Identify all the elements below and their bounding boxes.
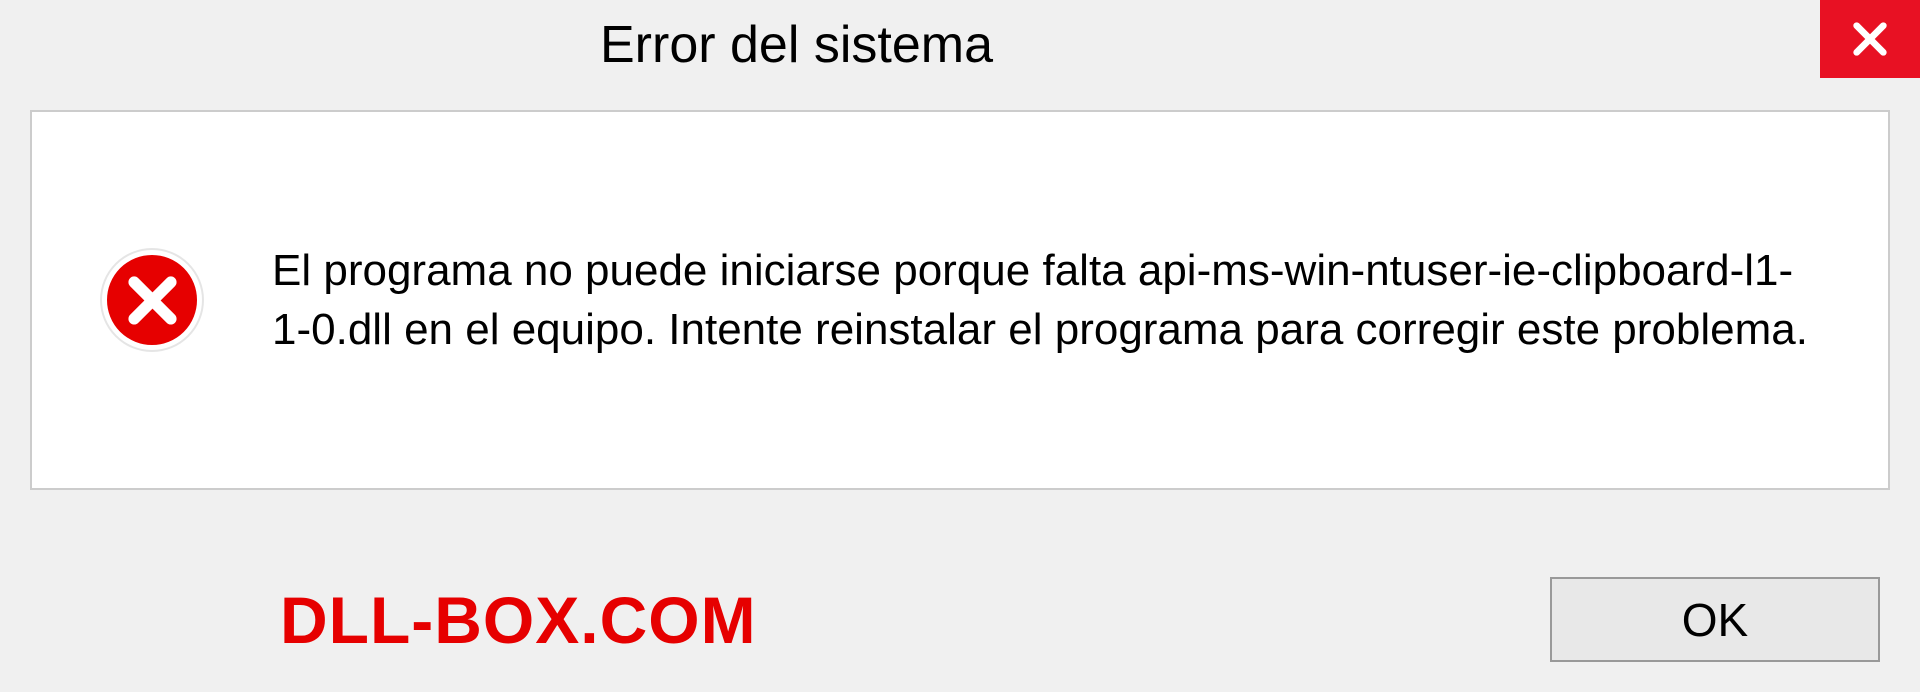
error-x-icon xyxy=(125,273,180,328)
error-icon xyxy=(102,250,202,350)
error-dialog-window: Error del sistema El programa no puede i… xyxy=(0,0,1920,692)
close-icon xyxy=(1850,19,1890,59)
close-button[interactable] xyxy=(1820,0,1920,78)
content-panel: El programa no puede iniciarse porque fa… xyxy=(30,110,1890,490)
error-message: El programa no puede iniciarse porque fa… xyxy=(272,241,1822,360)
ok-button[interactable]: OK xyxy=(1550,577,1880,662)
watermark-text: DLL-BOX.COM xyxy=(280,582,757,658)
titlebar: Error del sistema xyxy=(0,0,1920,90)
dialog-title: Error del sistema xyxy=(600,15,993,75)
footer: DLL-BOX.COM OK xyxy=(0,577,1920,662)
